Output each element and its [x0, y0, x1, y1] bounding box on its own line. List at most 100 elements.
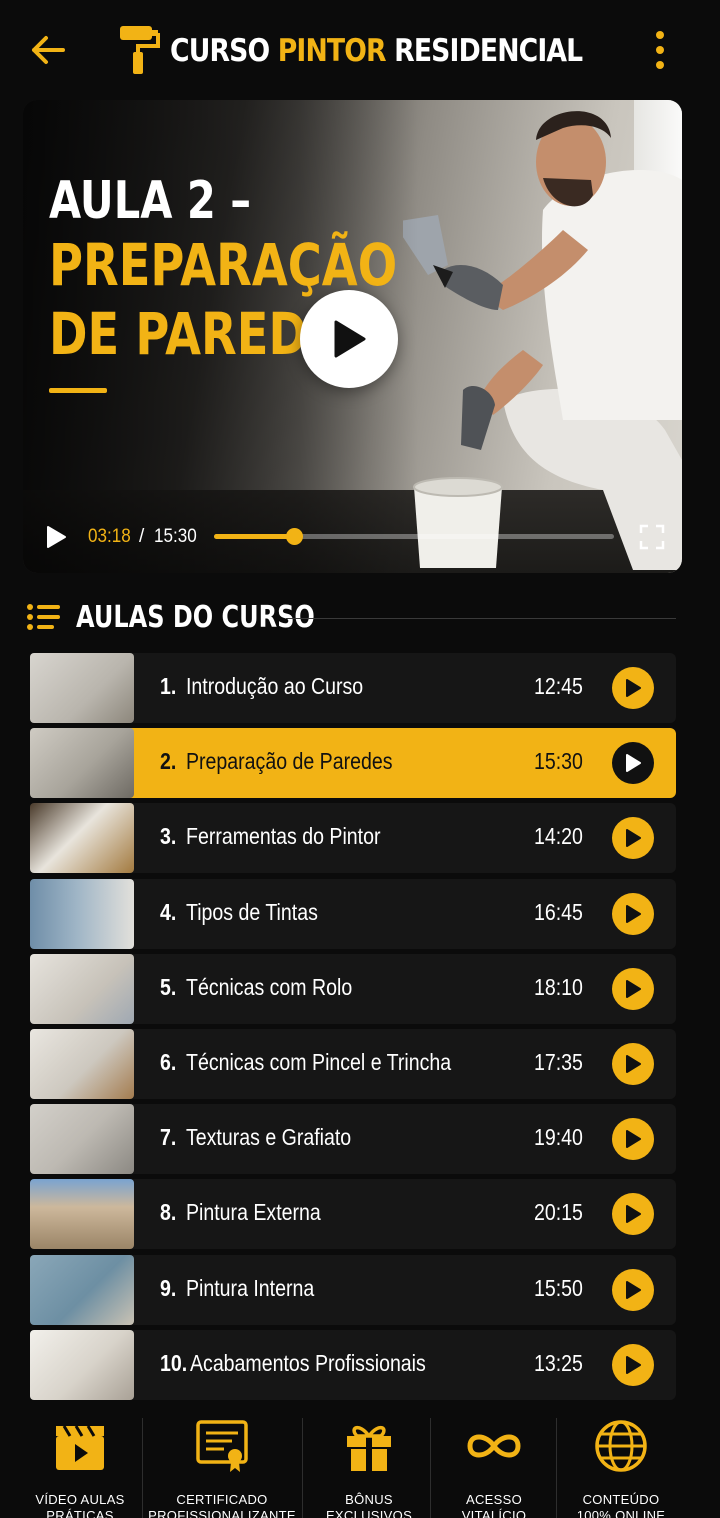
lesson-number: 1.	[160, 673, 177, 699]
feature-divider	[302, 1418, 303, 1518]
lesson-row[interactable]: 9. Pintura Interna 15:50	[30, 1254, 676, 1325]
lesson-play-button[interactable]	[612, 1193, 654, 1236]
lesson-number: 5.	[160, 973, 177, 1000]
lesson-row[interactable]: 2. Preparação de Paredes 15:30	[30, 728, 676, 799]
lesson-thumbnail	[30, 953, 134, 1024]
lesson-number: 4.	[160, 898, 177, 925]
feature-bar: VÍDEO AULAS PRÁTICAS CERTIFICADO PROFISSI…	[0, 1408, 720, 1518]
time-separator: /	[139, 526, 145, 547]
current-time: 03:18	[88, 526, 131, 547]
arrow-left-icon	[32, 36, 65, 64]
globe-icon	[591, 1416, 651, 1476]
lesson-duration: 19:40	[534, 1124, 583, 1151]
page-title: CURSO PINTOR RESIDENCIAL	[170, 24, 583, 78]
play-icon	[334, 320, 366, 358]
lessons-section-header: AULAS DO CURSO	[26, 596, 676, 640]
feature-label: CONTEÚDO 100% ONLINE	[576, 1492, 666, 1518]
feature-label: ACESSO VITALÍCIO	[461, 1492, 527, 1518]
lesson-number: 7.	[160, 1124, 177, 1151]
fullscreen-icon[interactable]	[638, 523, 666, 551]
lesson-play-button[interactable]	[612, 967, 654, 1010]
title-part-residencial: RESIDENCIAL	[385, 33, 583, 69]
play-icon	[626, 754, 641, 773]
lesson-thumbnail	[30, 803, 134, 874]
lesson-title: Preparação de Paredes	[186, 748, 393, 775]
video-player[interactable]: AULA 2 – PREPARAÇÃO DE PAREDES 03:18 / 1…	[23, 100, 682, 573]
certificate-icon	[192, 1416, 252, 1476]
lesson-row[interactable]: 6. Técnicas com Pincel e Trincha 17:35	[30, 1029, 676, 1099]
lesson-thumbnail	[30, 728, 134, 799]
lesson-duration: 13:25	[534, 1349, 583, 1376]
lesson-play-button[interactable]	[612, 1118, 654, 1161]
lesson-row[interactable]: 3. Ferramentas do Pintor 14:20	[30, 803, 676, 874]
lesson-duration: 15:30	[534, 748, 583, 775]
lesson-thumbnail	[30, 1029, 134, 1099]
lesson-row[interactable]: 8. Pintura Externa 20:15	[30, 1179, 676, 1250]
lesson-number: 10.	[160, 1349, 188, 1376]
painter-illustration	[403, 111, 682, 570]
more-options-button[interactable]	[640, 26, 680, 74]
feature-label: BÔNUS EXCLUSIVOS	[325, 1492, 413, 1518]
lesson-title: Técnicas com Pincel e Trincha	[186, 1049, 452, 1075]
lesson-title: Tipos de Tintas	[186, 898, 318, 925]
video-play-button[interactable]	[300, 290, 398, 388]
lesson-title: Técnicas com Rolo	[186, 973, 353, 1000]
infinity-icon	[464, 1416, 524, 1476]
play-icon	[626, 1055, 641, 1073]
lesson-play-button[interactable]	[612, 1268, 654, 1311]
list-icon	[27, 604, 60, 630]
lesson-row[interactable]: 5. Técnicas com Rolo 18:10	[30, 953, 676, 1024]
lesson-row[interactable]: 4. Tipos de Tintas 16:45	[30, 878, 676, 949]
section-divider	[286, 618, 676, 619]
lesson-play-button[interactable]	[612, 892, 654, 935]
more-vertical-icon	[656, 31, 664, 39]
feature-item: CERTIFICADO PROFISSIONALIZANTE	[142, 1408, 302, 1518]
feature-divider	[142, 1418, 143, 1518]
lesson-duration: 20:15	[534, 1199, 583, 1226]
lesson-duration: 15:50	[534, 1274, 583, 1301]
play-icon	[626, 1205, 641, 1224]
lesson-thumbnail	[30, 1104, 134, 1175]
feature-item: CONTEÚDO 100% ONLINE	[556, 1408, 686, 1518]
video-heading-line1: AULA 2 –	[49, 171, 252, 231]
clapperboard-icon	[50, 1416, 110, 1476]
paint-roller-icon	[120, 26, 160, 74]
feature-label: VÍDEO AULAS PRÁTICAS	[35, 1492, 125, 1518]
feature-item: BÔNUS EXCLUSIVOS	[304, 1408, 434, 1518]
video-controls: 03:18 / 15:30	[23, 512, 682, 560]
lesson-number: 9.	[160, 1274, 177, 1301]
lesson-row[interactable]: 1. Introdução ao Curso 12:45	[30, 653, 676, 723]
play-icon	[626, 979, 641, 998]
feature-divider	[430, 1418, 431, 1518]
gift-icon	[339, 1416, 399, 1476]
lesson-play-button[interactable]	[612, 667, 654, 709]
title-part-pintor: PINTOR	[277, 33, 387, 69]
lesson-play-button[interactable]	[612, 1043, 654, 1085]
lesson-play-button[interactable]	[612, 1343, 654, 1386]
feature-label: CERTIFICADO PROFISSIONALIZANTE	[148, 1492, 296, 1518]
lesson-title: Acabamentos Profissionais	[190, 1349, 426, 1376]
progress-knob[interactable]	[286, 528, 303, 545]
play-icon	[626, 679, 641, 697]
play-icon	[626, 829, 641, 848]
lesson-thumbnail	[30, 653, 134, 723]
lesson-row[interactable]: 10. Acabamentos Profissionais 13:25	[30, 1329, 676, 1400]
lesson-duration: 14:20	[534, 823, 583, 850]
lesson-play-button[interactable]	[612, 742, 654, 785]
back-button[interactable]	[26, 28, 70, 72]
lesson-play-button[interactable]	[612, 817, 654, 860]
lesson-title: Introdução ao Curso	[186, 673, 364, 699]
app-header: CURSO PINTOR RESIDENCIAL	[0, 0, 720, 100]
lesson-row[interactable]: 7. Texturas e Grafiato 19:40	[30, 1104, 676, 1175]
title-part-curso: CURSO	[170, 33, 278, 69]
lesson-title: Ferramentas do Pintor	[186, 823, 381, 850]
progress-fill	[214, 534, 294, 539]
lesson-duration: 16:45	[534, 898, 583, 925]
heading-underline	[49, 388, 107, 393]
lesson-duration: 17:35	[534, 1049, 583, 1075]
control-play-icon[interactable]	[43, 524, 69, 550]
section-title: AULAS DO CURSO	[76, 600, 315, 635]
progress-bar[interactable]	[214, 528, 614, 545]
feature-item: ACESSO VITALÍCIO	[434, 1408, 554, 1518]
lesson-title: Pintura Interna	[186, 1274, 315, 1301]
